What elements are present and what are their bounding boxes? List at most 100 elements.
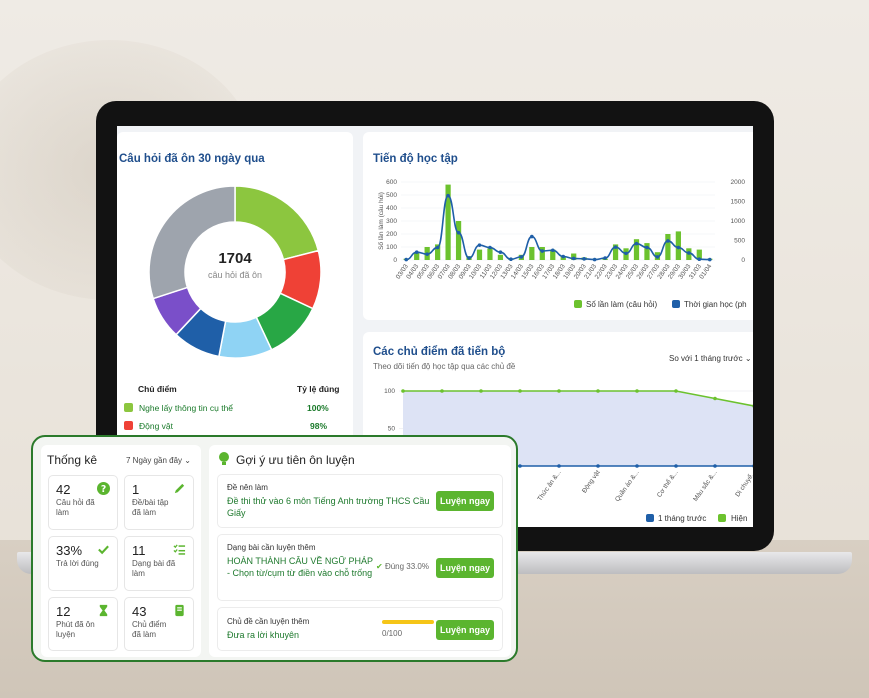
bar: [665, 234, 671, 260]
suggestions-card: Gợi ý ưu tiên ôn luyện Đề nên làm Đề thi…: [209, 445, 511, 657]
svg-text:?: ?: [101, 484, 106, 495]
line-point: [509, 257, 513, 262]
line-point: [467, 256, 471, 260]
line-point: [697, 257, 702, 262]
bar: [529, 247, 535, 260]
practice-now-button[interactable]: Luyện ngay: [436, 491, 494, 511]
stats-card: Thống kê 7 Ngày gần đây ⌄ 42 Câu hỏi đã …: [41, 445, 201, 657]
y2-tick-label: 2000: [731, 179, 746, 186]
line-point: [596, 464, 600, 468]
legend-bars-label[interactable]: Số lần làm (câu hỏi): [586, 300, 657, 309]
suggestion-value[interactable]: Đưa ra lời khuyên: [227, 629, 299, 641]
line-point: [440, 389, 444, 393]
line-point: [401, 389, 405, 393]
bar: [476, 249, 483, 260]
line-point: [613, 245, 618, 249]
hourglass-icon: [99, 604, 108, 617]
lightbulb-icon: [219, 452, 229, 465]
legend-line-label[interactable]: Thời gian học (ph: [684, 300, 747, 309]
progress-card-title: Tiến độ học tập: [373, 153, 458, 165]
y-tick-label: 300: [386, 218, 397, 225]
practice-now-button[interactable]: Luyện ngay: [436, 620, 494, 640]
legend-prev-label[interactable]: 1 tháng trước: [658, 514, 706, 523]
x-tick-label: Động vật: [581, 469, 602, 494]
y-tick-label: 0: [393, 257, 397, 264]
compare-dropdown[interactable]: So với 1 tháng trước ⌄: [669, 354, 752, 363]
stat-value: 42: [56, 482, 71, 497]
stat-label: Trả lời đúng: [56, 559, 99, 568]
topic-progress-bar: [382, 620, 434, 624]
legend-swatch-line: [672, 300, 680, 308]
donut-total: 1704: [218, 250, 252, 267]
range-dropdown[interactable]: 7 Ngày gần đây ⌄: [126, 456, 191, 465]
suggestion-test: Đề nên làm Đề thi thử vào 6 môn Tiếng An…: [217, 474, 503, 528]
line-point: [624, 251, 628, 256]
topic-row-label: Nghe lấy thông tin cụ thể: [139, 403, 234, 413]
stat-label: Câu hỏi đã làm: [56, 498, 95, 517]
suggestion-value[interactable]: Đề thi thử vào 6 môn Tiếng Anh trường TH…: [227, 495, 432, 519]
line-point: [687, 251, 691, 255]
col-rate-header: Tỷ lệ đúng: [297, 384, 340, 394]
legend-swatch-bars: [574, 300, 582, 308]
check-icon: [98, 545, 109, 555]
y-tick-label: 50: [388, 426, 396, 433]
donut-slice: [148, 185, 236, 300]
line-point: [518, 464, 522, 468]
line-point: [530, 234, 534, 239]
line-point: [645, 245, 649, 250]
col-topic-header: Chủ điểm: [138, 384, 177, 394]
row-color-swatch: [124, 421, 133, 430]
line-point: [571, 256, 576, 261]
x-tick-label: 01/04: [698, 263, 713, 281]
suggestion-topic: Chủ đề cần luyện thêm Đưa ra lời khuyên …: [217, 607, 503, 651]
bar: [644, 243, 650, 260]
line-point: [456, 230, 461, 235]
stats-title: Thống kê: [47, 453, 98, 467]
stat-value: 43: [132, 604, 147, 619]
line-point: [674, 464, 678, 468]
line-point: [655, 255, 660, 259]
suggestion-kind: Dạng bài cần luyện thêm: [227, 543, 316, 552]
stat-card-topics: 43 Chủ điểm đã làm: [124, 597, 194, 651]
legend-swatch-prev: [646, 514, 654, 522]
compare-dropdown-label: So với 1 tháng trước: [669, 354, 743, 363]
line-point: [713, 464, 717, 468]
chevron-down-icon: ⌄: [184, 456, 191, 465]
line-point: [596, 389, 600, 393]
stat-label: Phút đã ôn luyện: [56, 620, 95, 639]
accuracy-badge-text: Đúng 33.0%: [384, 562, 429, 571]
line-point: [603, 256, 607, 260]
practice-now-button[interactable]: Luyện ngay: [436, 558, 494, 578]
stat-value: 33%: [56, 543, 83, 558]
donut-slice: [234, 185, 320, 261]
bar: [539, 247, 545, 260]
stat-label: Chủ điểm đã làm: [132, 620, 167, 639]
line-point: [498, 250, 503, 254]
suggestion-kind: Chủ đề cần luyện thêm: [227, 617, 310, 626]
y-tick-label: 500: [386, 192, 397, 199]
y-tick-label: 100: [386, 244, 397, 251]
suggestion-value[interactable]: HOÀN THÀNH CÂU VỀ NGỮ PHÁP - Chọn từ/cụm…: [227, 555, 377, 579]
y-tick-label: 400: [386, 205, 397, 212]
y2-tick-label: 1000: [731, 218, 746, 225]
x-tick-label: Quần áo &...: [612, 468, 640, 503]
y-axis-label: Số lần làm (câu hỏi): [376, 192, 385, 250]
line-point: [404, 257, 409, 262]
line-point: [488, 245, 492, 250]
line-point: [592, 257, 597, 262]
topic-row-label: Động vật: [139, 421, 174, 431]
stat-card-correct: 33% Trả lời đúng: [48, 536, 118, 591]
accuracy-badge: ✔ Đúng 33.0%: [376, 562, 429, 571]
line-point: [635, 389, 639, 393]
bar: [455, 221, 462, 260]
line-point: [518, 389, 522, 393]
line-point: [713, 396, 717, 401]
bar: [497, 254, 504, 260]
legend-now-label[interactable]: Hiện: [731, 514, 747, 523]
bar: [675, 231, 681, 260]
line-point: [666, 239, 670, 243]
row-color-swatch: [124, 403, 133, 412]
line-point: [414, 250, 419, 254]
x-tick-label: Thức ăn &...: [536, 469, 562, 502]
line-point: [425, 252, 429, 256]
